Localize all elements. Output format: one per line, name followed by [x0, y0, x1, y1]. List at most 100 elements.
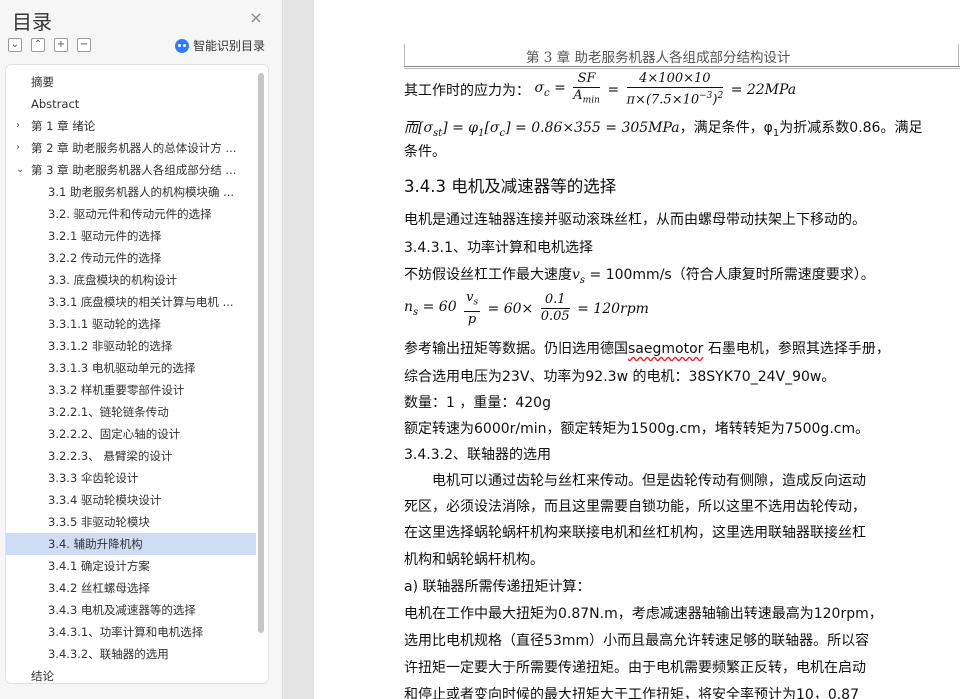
toc-item[interactable]: 3.2. 驱动元件和传动元件的选择	[6, 203, 256, 225]
toc-item[interactable]: 3.4.1 确定设计方案	[6, 555, 256, 577]
toc-item-label: 3.4.1 确定设计方案	[48, 559, 150, 573]
toc-item-label: 3.3.2 样机重要零部件设计	[48, 383, 185, 397]
toc-item-label: 3.3.1 底盘模块的相关计算与电机 ...	[48, 295, 234, 309]
rpm-fraction-1: vs p	[464, 290, 481, 327]
toc-item[interactable]: 3.3.4 驱动轮模块设计	[6, 489, 256, 511]
toc-pane: 目录 × ⌄ ⌃ + − 智能识别目录 摘要 Abstract › 第 1 章 绪论 ›…	[0, 0, 283, 699]
toc-item[interactable]: 3.3.1.2 非驱动轮的选择	[6, 335, 256, 357]
header-rule	[404, 66, 960, 67]
toc-item-label: 3.2.2.3、 悬臂梁的设计	[48, 449, 173, 463]
toc-item-label: 3.2.2.2、固定心轴的设计	[48, 427, 181, 441]
toc-item[interactable]: ⌄ 第 3 章 助老服务机器人各组成部分结 ...	[6, 159, 256, 181]
toc-item-label: 3.2.1 驱动元件的选择	[48, 229, 162, 243]
toc-item[interactable]: › 第 1 章 绪论	[6, 115, 256, 137]
ai-robot-icon	[175, 38, 189, 53]
paragraph-line: 和停止或者变向时候的最大扭矩大于工作扭矩，将安全率预计为10，0.87	[404, 687, 859, 699]
sigma-c: σc =	[534, 80, 566, 100]
toc-item-label: 3.3.1.3 电机驱动单元的选择	[48, 361, 196, 375]
toc-item-label: 3.3.3 伞齿轮设计	[48, 471, 139, 485]
header-border-left	[404, 44, 405, 66]
spellcheck-word[interactable]: saegmotor	[628, 341, 703, 357]
toc-item[interactable]: › 第 2 章 助老服务机器人的总体设计方 ...	[6, 137, 256, 159]
speed-assumption-line: 不妨假设丝杠工作最大速度vs = 100mm/s（符合人康复时所需速度要求）。	[404, 267, 875, 286]
paragraph-line: 条件。	[404, 144, 446, 160]
expand-all-icon[interactable]: ⌃	[31, 38, 45, 52]
toc-item-label: 3.1 助老服务机器人的机构模块确 ...	[48, 185, 235, 199]
toc-item[interactable]: 3.2.1 驱动元件的选择	[6, 225, 256, 247]
stress-formula-prefix: 其工作时的应力为：	[404, 82, 530, 99]
stress-result: = 22MPa	[730, 81, 797, 98]
toc-item-label: 第 2 章 助老服务机器人的总体设计方 ...	[31, 141, 237, 155]
toc-title: 目录	[12, 10, 52, 34]
stress-fraction-2: 4×100×10 π×(7.5×10−3)2	[626, 71, 724, 108]
toc-scrollbar[interactable]	[258, 73, 264, 633]
header-rule-thin	[404, 68, 960, 69]
subsection-heading-3-4-3-2: 3.4.3.2、联轴器的选用	[404, 447, 551, 463]
toc-item[interactable]: 3.4.3.1、功率计算和电机选择	[6, 621, 256, 643]
toc-item[interactable]: 3.4. 辅助升降机构	[6, 533, 256, 555]
paragraph-line: 死区，必须设法消除，而且这里需要自锁功能，所以这里不选用齿轮传动，	[404, 499, 866, 515]
toc-item[interactable]: 3.3.1.3 电机驱动单元的选择	[6, 357, 256, 379]
paragraph-line: 在这里选择蜗轮蜗杆机构来联接电机和丝杠机构，这里选用联轴器联接丝杠	[404, 525, 866, 541]
toc-toolbar: ⌄ ⌃ + −	[8, 38, 91, 54]
toc-item[interactable]: 3.3.5 非驱动轮模块	[6, 511, 256, 533]
add-heading-icon[interactable]: +	[54, 38, 68, 52]
toc-item-label: 3.3.1.2 非驱动轮的选择	[48, 339, 173, 353]
paragraph-line: 电机可以通过齿轮与丝杠来传动。但是齿轮传动有侧隙，造成反向运动	[432, 473, 866, 489]
chevron-down-icon[interactable]: ⌄	[16, 159, 24, 181]
close-icon[interactable]: ×	[246, 8, 266, 28]
paragraph-line: a) 联轴器所需传递扭矩计算：	[404, 579, 591, 595]
subsection-heading-3-4-3-1: 3.4.3.1、功率计算和电机选择	[404, 240, 593, 256]
toc-item-label: 3.4.3.2、联轴器的选用	[48, 647, 169, 661]
toc-item-label: 第 1 章 绪论	[31, 119, 96, 133]
header-border-right	[958, 44, 959, 66]
toc-item-label: 3.2.2.1、链轮链条传动	[48, 405, 169, 419]
toc-item[interactable]: 3.4.3 电机及减速器等的选择	[6, 599, 256, 621]
paragraph-line: 参考输出扭矩等数据。仍旧选用德国saegmotor 石墨电机，参照其选择手册，	[404, 341, 890, 357]
paragraph-line: 机构和蜗轮蜗杆机构。	[404, 552, 544, 568]
toc-item-label: 摘要	[31, 75, 54, 89]
toc-item-label: 3.2.2 传动元件的选择	[48, 251, 162, 265]
paragraph-line: 选用比电机规格（直径53mm）小而且最高允许转速足够的联轴器。所以容	[404, 633, 870, 649]
document-page[interactable]: 第 3 章 助老服务机器人各组成部分结构设计 其工作时的应力为： σc = SF…	[314, 0, 960, 699]
toc-item-label: 3.2. 驱动元件和传动元件的选择	[48, 207, 212, 221]
toc-item[interactable]: 结论	[6, 665, 256, 683]
chevron-right-icon[interactable]: ›	[16, 115, 20, 137]
toc-item[interactable]: 3.3. 底盘模块的机构设计	[6, 269, 256, 291]
toc-item[interactable]: 3.3.1.1 驱动轮的选择	[6, 313, 256, 335]
toc-item-label: 3.4.2 丝杠螺母选择	[48, 581, 150, 595]
toc-item[interactable]: 3.3.2 样机重要零部件设计	[6, 379, 256, 401]
toc-item-label: 结论	[31, 669, 54, 683]
toc-item[interactable]: 3.4.3.2、联轴器的选用	[6, 643, 256, 665]
toc-item[interactable]: 3.3.3 伞齿轮设计	[6, 467, 256, 489]
chevron-right-icon[interactable]: ›	[16, 137, 20, 159]
toc-item[interactable]: 3.2.2.3、 悬臂梁的设计	[6, 445, 256, 467]
stress-formula-line: 其工作时的应力为： σc = SF Amin = 4×100×10 π×(7.5…	[404, 71, 797, 108]
paragraph-line: 许扭矩一定要大于所需要传递扭矩。由于电机需要频繁正反转，电机在启动	[404, 660, 866, 676]
paragraph-line: 数量：1 ，重量：420g	[404, 395, 551, 411]
remove-heading-icon[interactable]: −	[77, 38, 91, 52]
toc-item-label: 3.3.1.1 驱动轮的选择	[48, 317, 161, 331]
smart-toc-button[interactable]: 智能识别目录	[175, 37, 265, 54]
page-header: 第 3 章 助老服务机器人各组成部分结构设计	[526, 50, 791, 66]
paragraph-line: 电机在工作中最大扭矩为0.87N.m，考虑减速器轴输出转速最高为120rpm，	[404, 606, 883, 622]
toc-item[interactable]: 3.1 助老服务机器人的机构模块确 ...	[6, 181, 256, 203]
toc-item-label: 3.3.5 非驱动轮模块	[48, 515, 150, 529]
toc-item[interactable]: 3.2.2.1、链轮链条传动	[6, 401, 256, 423]
toc-item[interactable]: 3.2.2 传动元件的选择	[6, 247, 256, 269]
collapse-all-icon[interactable]: ⌄	[8, 38, 22, 52]
toc-item[interactable]: 3.3.1 底盘模块的相关计算与电机 ...	[6, 291, 256, 313]
toc-item-label: 3.3. 底盘模块的机构设计	[48, 273, 178, 287]
smart-toc-label: 智能识别目录	[193, 39, 266, 53]
toc-item-label: Abstract	[31, 97, 80, 111]
toc-item-label: 3.4.3.1、功率计算和电机选择	[48, 625, 204, 639]
toc-item[interactable]: 3.4.2 丝杠螺母选择	[6, 577, 256, 599]
toc-item[interactable]: 3.2.2.2、固定心轴的设计	[6, 423, 256, 445]
toc-item-label: 3.4. 辅助升降机构	[48, 537, 143, 551]
toc-item-label: 3.3.4 驱动轮模块设计	[48, 493, 162, 507]
paragraph-line: 电机是通过连轴器连接并驱动滚珠丝杠，从而由螺母带动扶架上下移动的。	[404, 212, 866, 228]
rpm-formula-line: ns = 60 vs p = 60× 0.1 0.05 = 120rpm	[404, 290, 649, 327]
toc-list: 摘要 Abstract › 第 1 章 绪论 › 第 2 章 助老服务机器人的总体设计方 …	[6, 71, 256, 683]
toc-item[interactable]: 摘要	[6, 71, 256, 93]
toc-item[interactable]: Abstract	[6, 93, 256, 115]
